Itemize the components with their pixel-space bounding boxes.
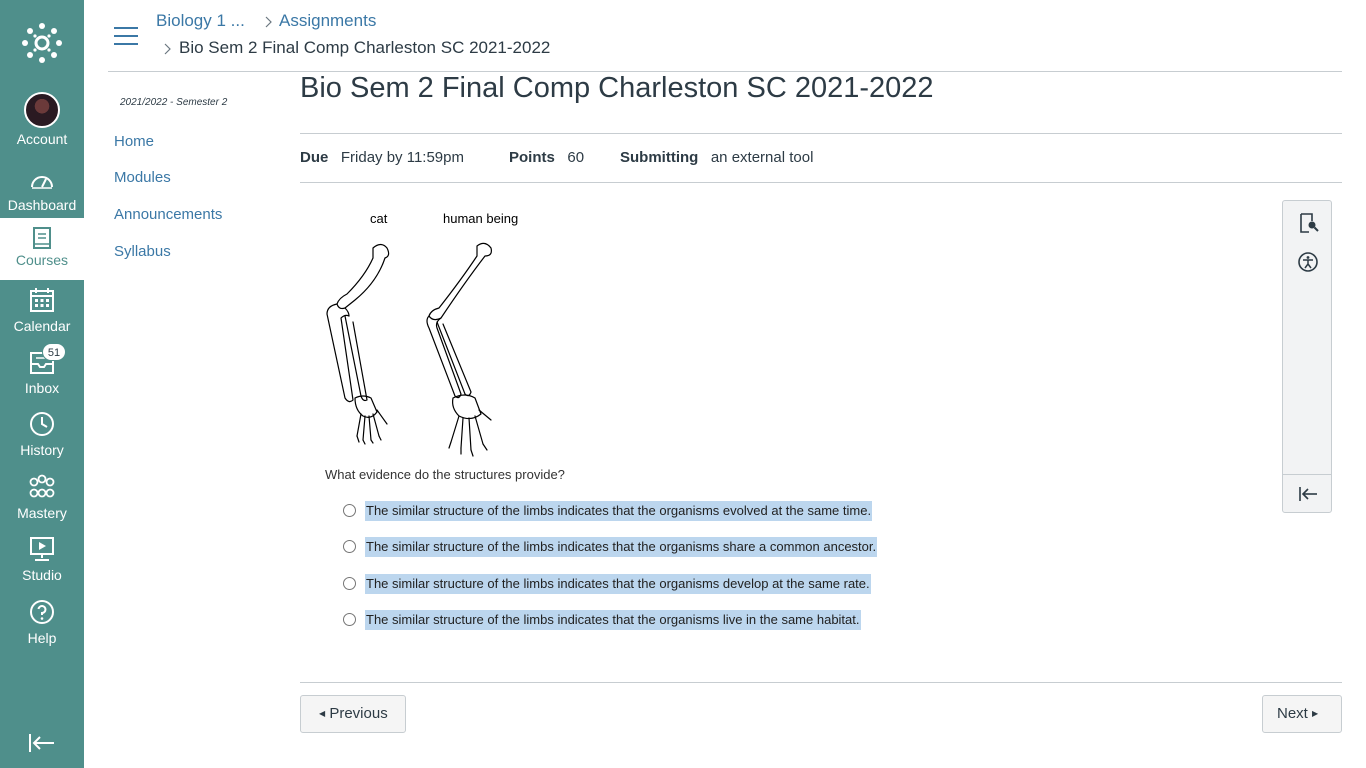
hamburger-menu-icon[interactable] [114,26,138,46]
answer-option-text: The similar structure of the limbs indic… [365,501,873,521]
magnifier-document-icon[interactable] [1297,212,1319,234]
next-button[interactable]: Next ▶ [1262,695,1342,733]
course-nav-syllabus[interactable]: Syllabus [114,243,171,260]
image-label-cat: cat [370,211,388,226]
divider [300,133,1342,134]
nav-mastery[interactable]: Mastery [0,474,84,536]
submitting-value: an external tool [710,149,814,166]
nav-inbox[interactable]: Inbox [0,349,84,411]
help-icon [30,600,54,624]
caret-left-icon: ◀ [319,709,326,718]
studio-icon [30,537,54,561]
radio-button[interactable] [343,577,356,590]
nav-dashboard-label: Dashboard [7,197,77,213]
chevron-right-icon [164,43,171,55]
breadcrumb-course[interactable]: Biology 1 ... [156,11,245,31]
nav-calendar[interactable]: Calendar [0,287,84,349]
image-label-human: human being [443,211,519,226]
collapse-panel-icon[interactable] [1297,483,1319,505]
nav-studio[interactable]: Studio [0,536,84,598]
due-value: Friday by 11:59pm [340,149,464,166]
nav-inbox-label: Inbox [24,380,60,396]
nav-account-label: Account [16,131,68,147]
submitting-info: Submitting an external tool [620,149,813,166]
chevron-right-icon [265,16,272,28]
nav-help[interactable]: Help [0,599,84,661]
answer-option-text: The similar structure of the limbs indic… [365,574,871,594]
accessibility-icon[interactable] [1297,251,1319,273]
page-title: Bio Sem 2 Final Comp Charleston SC 2021-… [300,72,934,104]
previous-button[interactable]: ◀ Previous [300,695,406,733]
due-info: Due Friday by 11:59pm [300,149,464,166]
forelimb-skeleton-image [326,242,492,457]
dashboard-icon [31,176,53,189]
mastery-icon [29,474,55,498]
course-nav-announcements[interactable]: Announcements [114,206,222,223]
collapse-nav-icon[interactable] [28,732,56,754]
question-prompt: What evidence do the structures provide? [325,467,565,482]
nav-calendar-label: Calendar [13,318,71,334]
next-label: Next [1277,705,1308,722]
canvas-logo-icon[interactable] [21,22,63,64]
radio-button[interactable] [343,540,356,553]
nav-history-label: History [20,442,64,458]
divider [300,682,1342,683]
nav-account[interactable]: Account [0,92,84,154]
radio-button[interactable] [343,504,356,517]
submitting-label: Submitting [620,149,699,166]
nav-courses[interactable]: Courses [0,218,84,280]
course-nav-modules[interactable]: Modules [114,169,171,186]
answer-option-text: The similar structure of the limbs indic… [365,610,861,630]
caret-right-icon: ▶ [1312,709,1319,718]
panel-divider [1283,474,1331,475]
inbox-unread-badge: 51 [42,343,66,361]
previous-label: Previous [329,705,388,722]
courses-book-icon [33,227,51,249]
points-info: Points 60 [509,149,584,166]
nav-help-label: Help [27,630,57,646]
course-nav-home[interactable]: Home [114,133,154,150]
breadcrumb-current: Bio Sem 2 Final Comp Charleston SC 2021-… [179,38,551,57]
nav-history[interactable]: History [0,411,84,473]
points-value: 60 [567,149,585,166]
answer-option-text: The similar structure of the limbs indic… [365,537,878,557]
due-label: Due [300,149,329,166]
global-nav: Account Dashboard Courses Calendar Inbox… [0,0,84,768]
points-label: Points [509,149,555,166]
clock-icon [30,412,54,436]
tool-side-panel [1282,200,1332,513]
calendar-icon [30,288,54,312]
nav-mastery-label: Mastery [17,505,67,521]
nav-courses-label: Courses [15,252,69,268]
nav-studio-label: Studio [22,567,62,583]
breadcrumb-assignments[interactable]: Assignments [279,11,376,31]
radio-button[interactable] [343,613,356,626]
divider [300,182,1342,183]
course-term: 2021/2022 - Semester 2 [120,97,228,108]
